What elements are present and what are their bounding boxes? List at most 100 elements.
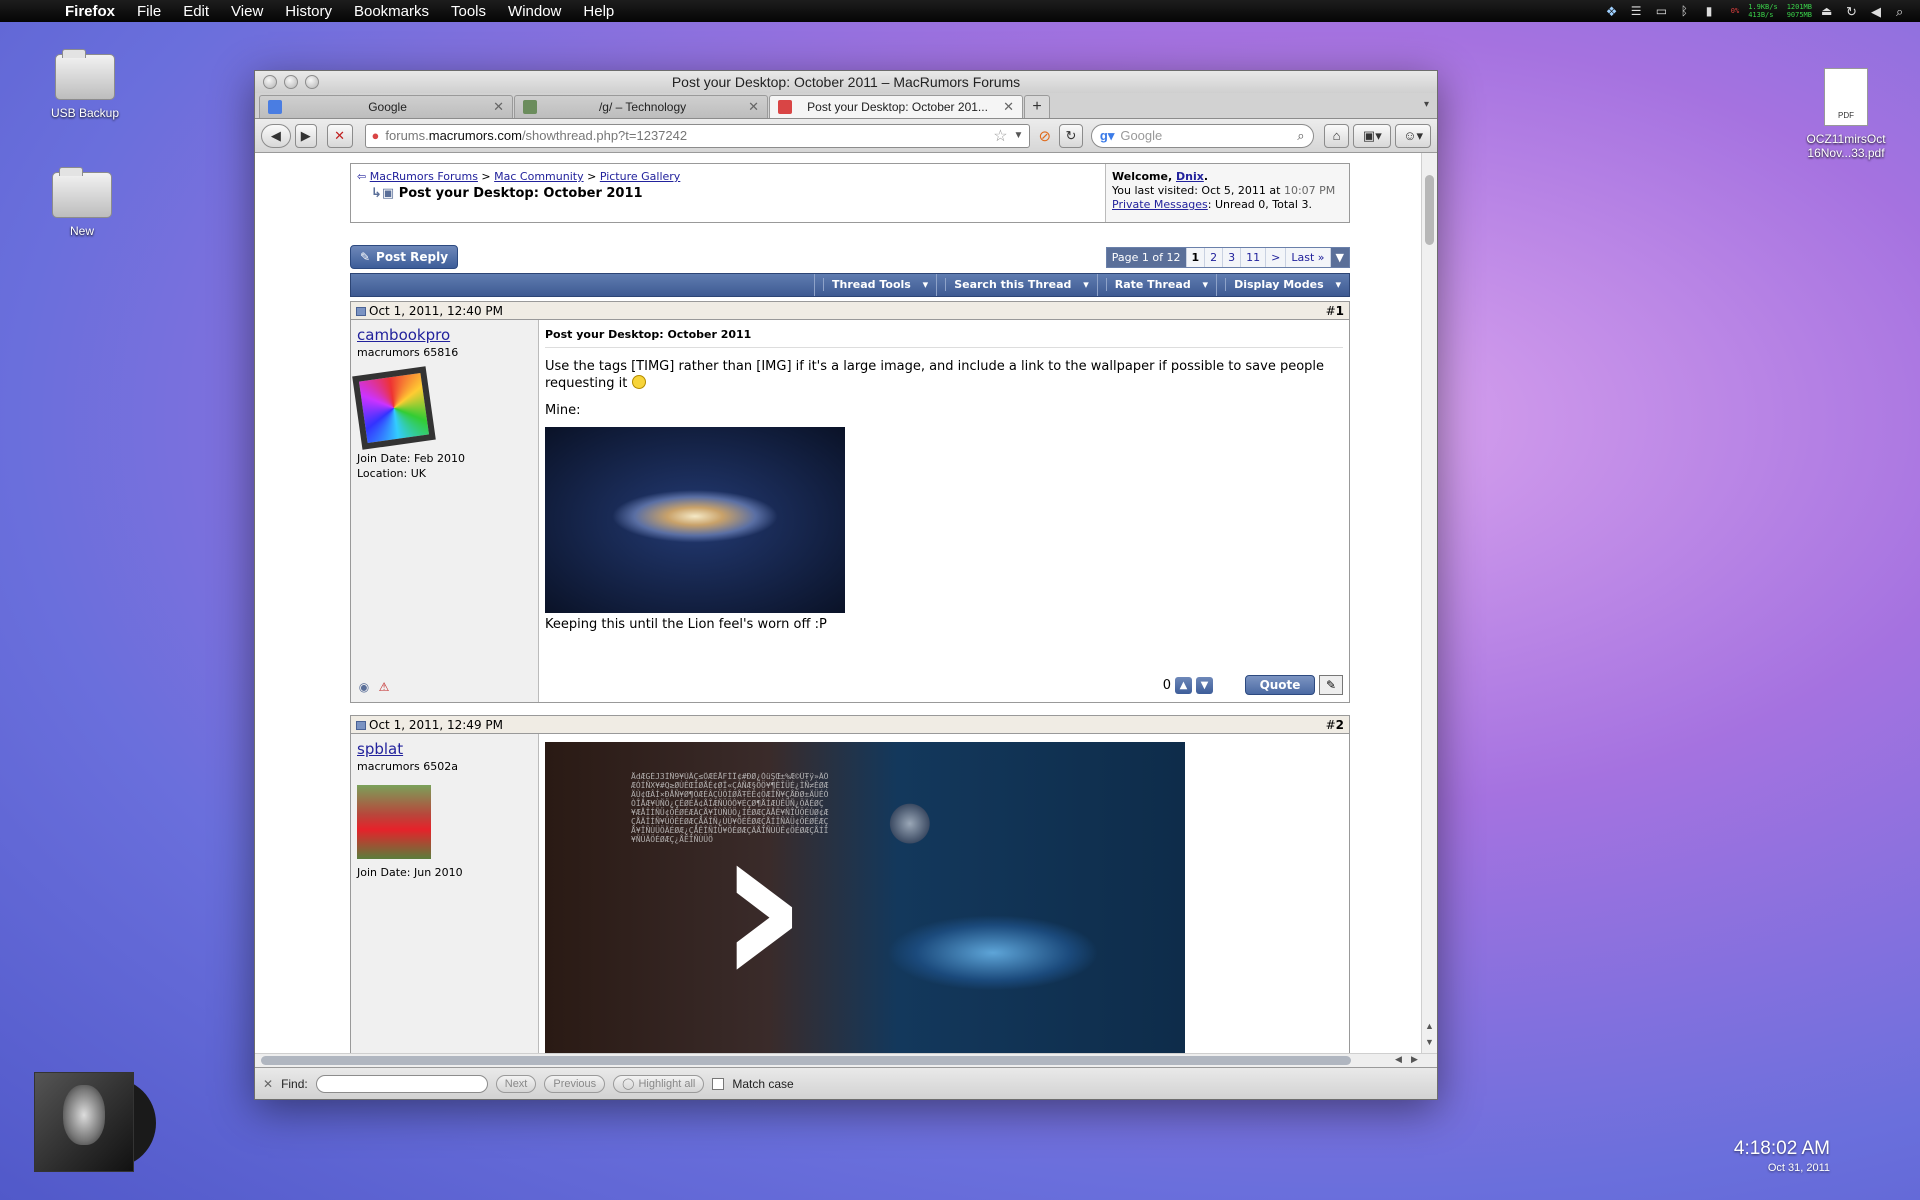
post-username-link[interactable]: spblat — [357, 740, 532, 758]
vote-up-icon[interactable]: ▲ — [1175, 676, 1192, 694]
find-previous-button[interactable]: Previous — [544, 1074, 606, 1093]
avatar[interactable] — [357, 785, 431, 859]
desktop-icon-new[interactable]: New — [22, 167, 142, 238]
home-button[interactable]: ⌂ — [1323, 123, 1350, 148]
album-art[interactable] — [34, 1072, 134, 1172]
time-machine-icon[interactable]: ↻ — [1846, 4, 1862, 19]
volume-icon[interactable]: ◀ — [1871, 4, 1887, 19]
dropbox-icon[interactable]: ❖ — [1606, 4, 1622, 19]
post-reply-button[interactable]: ✎ Post Reply — [350, 245, 458, 269]
addon-menu-button[interactable]: ☺▾ — [1395, 123, 1431, 148]
scroll-right-arrow-icon[interactable]: ▶ — [1411, 1054, 1418, 1065]
welcome-username-link[interactable]: Dnix — [1176, 170, 1204, 183]
rate-thread-menu[interactable]: Rate Thread ▾ — [1096, 274, 1216, 296]
close-tab-icon[interactable]: ✕ — [748, 99, 759, 115]
bookmarks-menu-button[interactable]: ▣▾ — [1353, 123, 1392, 148]
battery-icon[interactable]: ▮ — [1706, 4, 1722, 18]
google-search-engine-icon[interactable]: g▾ — [1100, 128, 1114, 144]
vote-down-icon[interactable]: ▼ — [1196, 676, 1213, 694]
eject-icon[interactable]: ⏏ — [1821, 4, 1837, 18]
close-find-bar-icon[interactable]: ✕ — [263, 1077, 273, 1091]
post-number[interactable]: #2 — [1326, 716, 1344, 733]
close-tab-icon[interactable]: ✕ — [493, 99, 504, 115]
search-icon[interactable]: ⌕ — [1297, 128, 1304, 144]
menu-help[interactable]: Help — [572, 3, 625, 20]
bluetooth-icon[interactable]: ᛒ — [1681, 4, 1697, 18]
breadcrumb-link-gallery[interactable]: Picture Gallery — [600, 170, 681, 183]
page-content[interactable]: ⇦ MacRumors Forums > Mac Community > Pic… — [255, 153, 1421, 1053]
menu-history[interactable]: History — [274, 3, 343, 20]
match-case-checkbox[interactable] — [712, 1077, 725, 1090]
thread-tools-menu[interactable]: Thread Tools ▾ — [814, 274, 936, 296]
display-modes-menu[interactable]: Display Modes ▾ — [1216, 274, 1349, 296]
forward-button[interactable]: ▶ — [294, 123, 317, 148]
search-bar[interactable]: g▾ Google ⌕ — [1090, 123, 1314, 148]
menu-app[interactable]: Firefox — [54, 3, 126, 20]
network-icon[interactable]: ☰ — [1631, 4, 1647, 18]
private-messages-link[interactable]: Private Messages — [1112, 198, 1208, 211]
breadcrumb-link-community[interactable]: Mac Community — [494, 170, 583, 183]
spotlight-icon[interactable]: ⌕ — [1896, 4, 1912, 19]
page-link-3[interactable]: 3 — [1223, 248, 1242, 267]
menu-file[interactable]: File — [126, 3, 172, 20]
status-area: ❖ ☰ ▭ ᛒ ▮ 0% 1.9KB/s 413B/s 1201MB 9075MB … — [1606, 0, 1912, 22]
vote-count: 0 — [1162, 677, 1171, 693]
vertical-scroll-thumb[interactable] — [1425, 175, 1434, 245]
page-navigation: Page 1 of 12 1 2 3 11 > Last » ▼ — [1105, 247, 1350, 268]
post-username-link[interactable]: cambookpro — [357, 326, 532, 344]
find-input[interactable] — [315, 1074, 488, 1093]
desktop-icon-pdf[interactable]: PDF OCZ11mirsOct 16Nov...33.pdf — [1786, 68, 1906, 160]
menu-tools[interactable]: Tools — [440, 3, 497, 20]
minimize-window-button[interactable] — [284, 75, 298, 89]
space-wallpaper-image[interactable]: ÅdÆGÈJ3ÌÑ9¥ÙÄÇ≤ÖÆÉÅFÍÎ¢#ÐØ¿ÒüŞŒ±%Æ©ÜŦÿ»Â… — [545, 742, 1185, 1053]
url-history-dropdown-icon[interactable]: ▼ — [1014, 130, 1024, 141]
drive-icon — [55, 49, 115, 100]
page-link-1[interactable]: 1 — [1186, 248, 1206, 267]
menu-window[interactable]: Window — [497, 3, 572, 20]
quote-button[interactable]: Quote — [1245, 675, 1315, 695]
stop-button[interactable]: ✕ — [326, 123, 353, 148]
display-icon[interactable]: ▭ — [1656, 4, 1672, 18]
breadcrumb-home-icon[interactable]: ⇦ — [357, 170, 366, 183]
tab-macrumors[interactable]: Post your Desktop: October 201... ✕ — [769, 95, 1023, 118]
post-number[interactable]: #1 — [1326, 302, 1344, 319]
page-link-next[interactable]: > — [1266, 248, 1287, 267]
close-tab-icon[interactable]: ✕ — [1003, 99, 1014, 115]
tab-list-chevron-icon[interactable]: ▾ — [1424, 99, 1429, 110]
page-link-11[interactable]: 11 — [1241, 248, 1267, 267]
tab-technology[interactable]: /g/ – Technology ✕ — [514, 95, 768, 118]
desktop-icon-usb-backup[interactable]: USB Backup — [25, 49, 145, 120]
menu-edit[interactable]: Edit — [172, 3, 220, 20]
page-link-2[interactable]: 2 — [1205, 248, 1224, 267]
galaxy-wallpaper-image[interactable] — [545, 427, 845, 613]
menu-bookmarks[interactable]: Bookmarks — [343, 3, 440, 20]
zoom-window-button[interactable] — [305, 75, 319, 89]
window-titlebar[interactable]: Post your Desktop: October 2011 – MacRum… — [255, 71, 1437, 93]
back-button[interactable]: ◀ — [261, 123, 291, 148]
avatar[interactable] — [352, 366, 436, 450]
scroll-down-arrow-icon[interactable]: ▼ — [1425, 1037, 1434, 1047]
highlight-all-button[interactable]: ◯ Highlight all — [613, 1074, 705, 1093]
reload-button[interactable]: ↻ — [1059, 123, 1083, 148]
scroll-left-arrow-icon[interactable]: ◀ — [1395, 1054, 1402, 1065]
search-thread-menu[interactable]: Search this Thread ▾ — [936, 274, 1097, 296]
bookmark-star-icon[interactable]: ☆ — [993, 126, 1007, 146]
menu-view[interactable]: View — [220, 3, 274, 20]
report-post-icon[interactable]: ⚠ — [377, 680, 391, 694]
breadcrumb-link-forums[interactable]: MacRumors Forums — [370, 170, 478, 183]
tab-google[interactable]: Google ✕ — [259, 95, 513, 118]
url-bar[interactable]: ● forums. macrumors.com/showthread.php?t=… — [364, 123, 1031, 148]
page-link-last[interactable]: Last » — [1286, 248, 1331, 267]
horizontal-scrollbar[interactable]: ◀ ▶ — [255, 1053, 1437, 1067]
user-icons: ◉ ⚠ — [357, 680, 391, 694]
new-tab-button[interactable]: + — [1024, 95, 1050, 118]
vertical-scrollbar[interactable]: ▲ ▼ — [1421, 153, 1437, 1053]
adblock-icon[interactable]: ⊘ — [1038, 127, 1051, 145]
multi-quote-icon[interactable]: ✎ — [1319, 675, 1343, 695]
horizontal-scroll-thumb[interactable] — [261, 1056, 1351, 1065]
find-next-button[interactable]: Next — [495, 1074, 537, 1093]
close-window-button[interactable] — [263, 75, 277, 89]
scroll-up-arrow-icon[interactable]: ▲ — [1425, 1021, 1434, 1031]
site-identity-icon[interactable]: ● — [372, 128, 380, 143]
page-jump-menu-icon[interactable]: ▼ — [1330, 248, 1349, 267]
